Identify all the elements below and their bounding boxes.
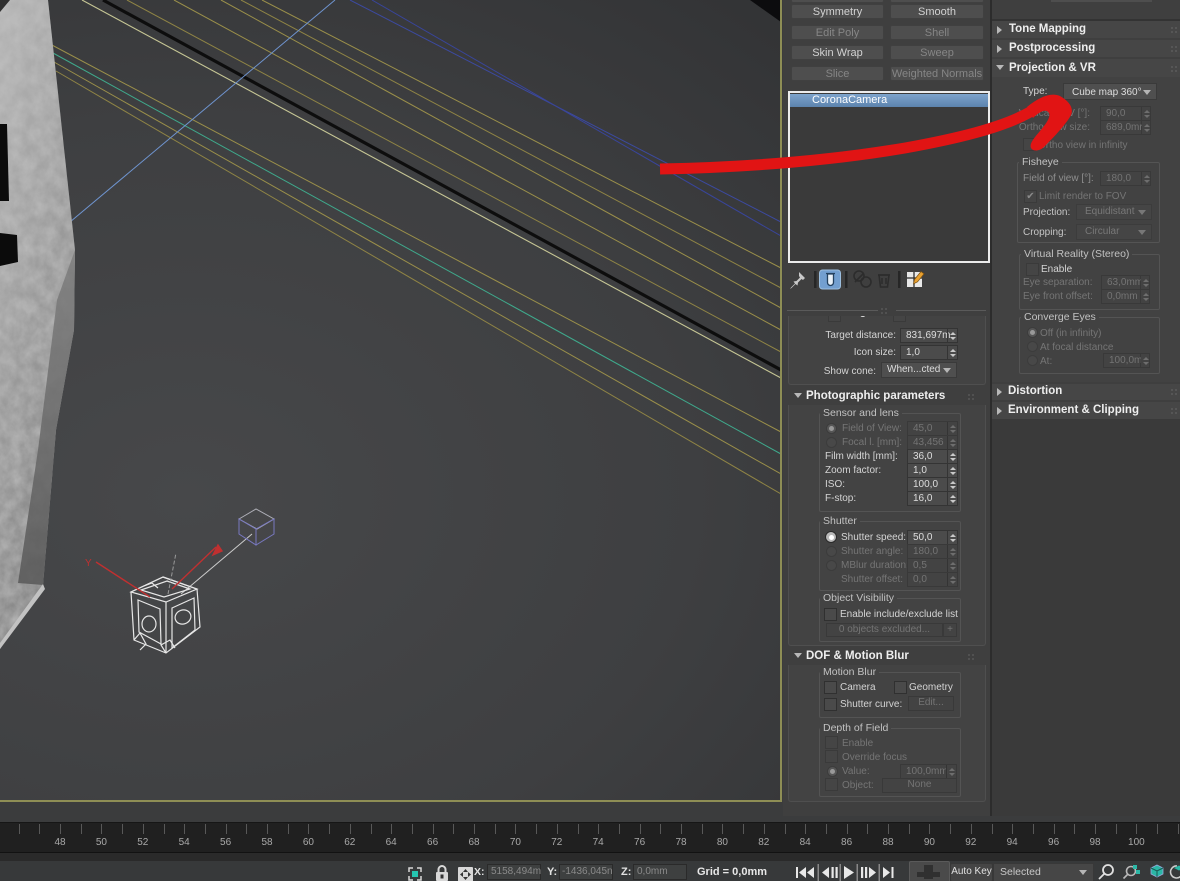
svg-text:Y: Y — [85, 558, 92, 569]
